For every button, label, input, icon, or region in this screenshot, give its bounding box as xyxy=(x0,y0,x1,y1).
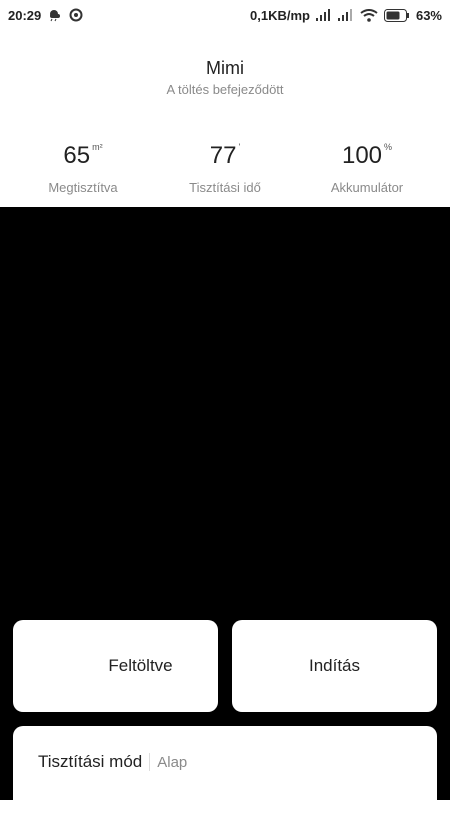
cleaning-mode-value: Alap xyxy=(157,753,188,771)
start-button-label: Indítás xyxy=(308,656,361,675)
network-speed: 0,1KB/mp xyxy=(250,7,310,23)
stat-cleaning-time: 77 ' Tisztítási idő xyxy=(154,142,296,195)
stat-value: 77 xyxy=(209,142,237,169)
cleaning-mode-title: Tisztítási mód xyxy=(38,752,143,771)
dock-button[interactable]: Feltöltve xyxy=(13,620,218,712)
device-name: Mimi xyxy=(206,58,244,78)
stat-cleaned-area: 65 m² Megtisztítva xyxy=(12,142,154,195)
stat-unit: m² xyxy=(92,142,103,152)
sync-icon xyxy=(69,8,83,22)
stat-value: 65 xyxy=(63,142,91,169)
stats-row: 65 m² Megtisztítva 77 ' Tisztítási idő 100… xyxy=(0,142,450,195)
stat-unit: % xyxy=(384,142,393,152)
stat-battery: 100% Akkumulátor xyxy=(296,142,438,195)
device-header: Mimi A töltés befejeződött 65 m² Megtiszt… xyxy=(0,30,450,207)
clock: 20:29 xyxy=(8,7,42,23)
device-status: A töltés befejeződött xyxy=(166,82,284,97)
battery-percent: 63% xyxy=(415,7,442,23)
dock-button-label: Feltöltve xyxy=(108,656,173,675)
battery-icon xyxy=(383,8,410,22)
weather-icon xyxy=(47,8,63,22)
wifi-icon xyxy=(360,8,378,22)
stat-label: Megtisztítva xyxy=(48,180,118,195)
signal-icon xyxy=(315,9,332,21)
signal-icon-2 xyxy=(337,9,354,21)
stat-label: Tisztítási idő xyxy=(189,180,261,195)
start-button[interactable]: Indítás xyxy=(232,620,437,712)
divider xyxy=(149,753,151,771)
stat-label: Akkumulátor xyxy=(330,180,404,195)
cleaning-mode-card[interactable]: Tisztítási mód Alap xyxy=(13,726,437,816)
stat-unit: ' xyxy=(238,142,241,152)
status-bar: 20:29 0,1KB/mp 63% xyxy=(0,0,450,30)
stat-value: 100 xyxy=(341,142,383,169)
